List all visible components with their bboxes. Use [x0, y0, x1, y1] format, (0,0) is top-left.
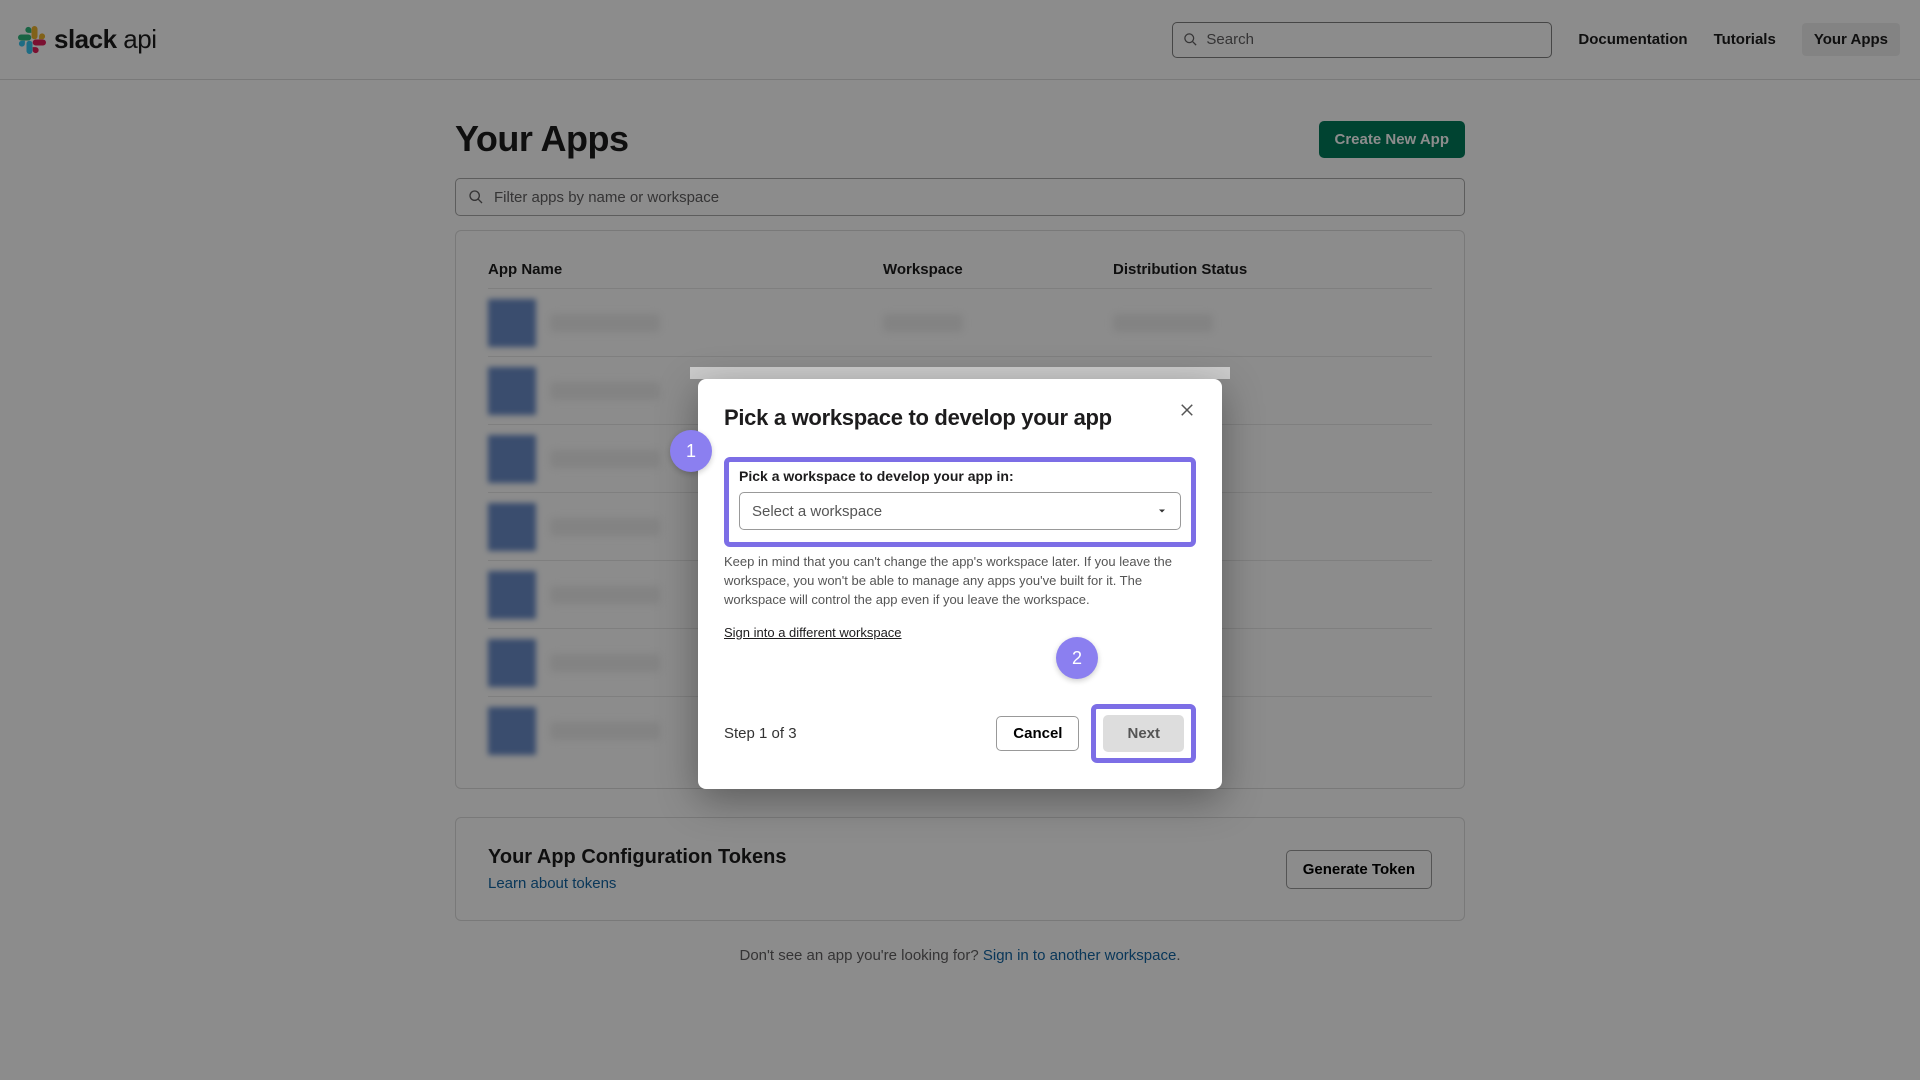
workspace-modal: Pick a workspace to develop your app Pic… [698, 379, 1222, 789]
modal-title: Pick a workspace to develop your app [724, 405, 1196, 431]
chevron-down-icon [1156, 505, 1168, 517]
next-button[interactable]: Next [1103, 715, 1184, 752]
close-icon [1178, 401, 1196, 419]
signin-different-workspace-link[interactable]: Sign into a different workspace [724, 625, 902, 640]
callout-badge-2: 2 [1056, 637, 1098, 679]
close-button[interactable] [1178, 401, 1200, 423]
modal-backdrop-strip [690, 367, 1230, 379]
cancel-button[interactable]: Cancel [996, 716, 1079, 751]
select-placeholder: Select a workspace [752, 503, 882, 520]
modal-footer: Step 1 of 3 Cancel Next [724, 704, 1196, 763]
field-label: Pick a workspace to develop your app in: [739, 468, 1181, 484]
helper-text: Keep in mind that you can't change the a… [724, 553, 1196, 610]
highlighted-next-block: Next [1091, 704, 1196, 763]
workspace-select[interactable]: Select a workspace [739, 492, 1181, 530]
modal-overlay: Pick a workspace to develop your app Pic… [0, 0, 1920, 1080]
callout-badge-1: 1 [670, 430, 712, 472]
highlighted-select-block: Pick a workspace to develop your app in:… [724, 457, 1196, 547]
step-indicator: Step 1 of 3 [724, 725, 797, 742]
